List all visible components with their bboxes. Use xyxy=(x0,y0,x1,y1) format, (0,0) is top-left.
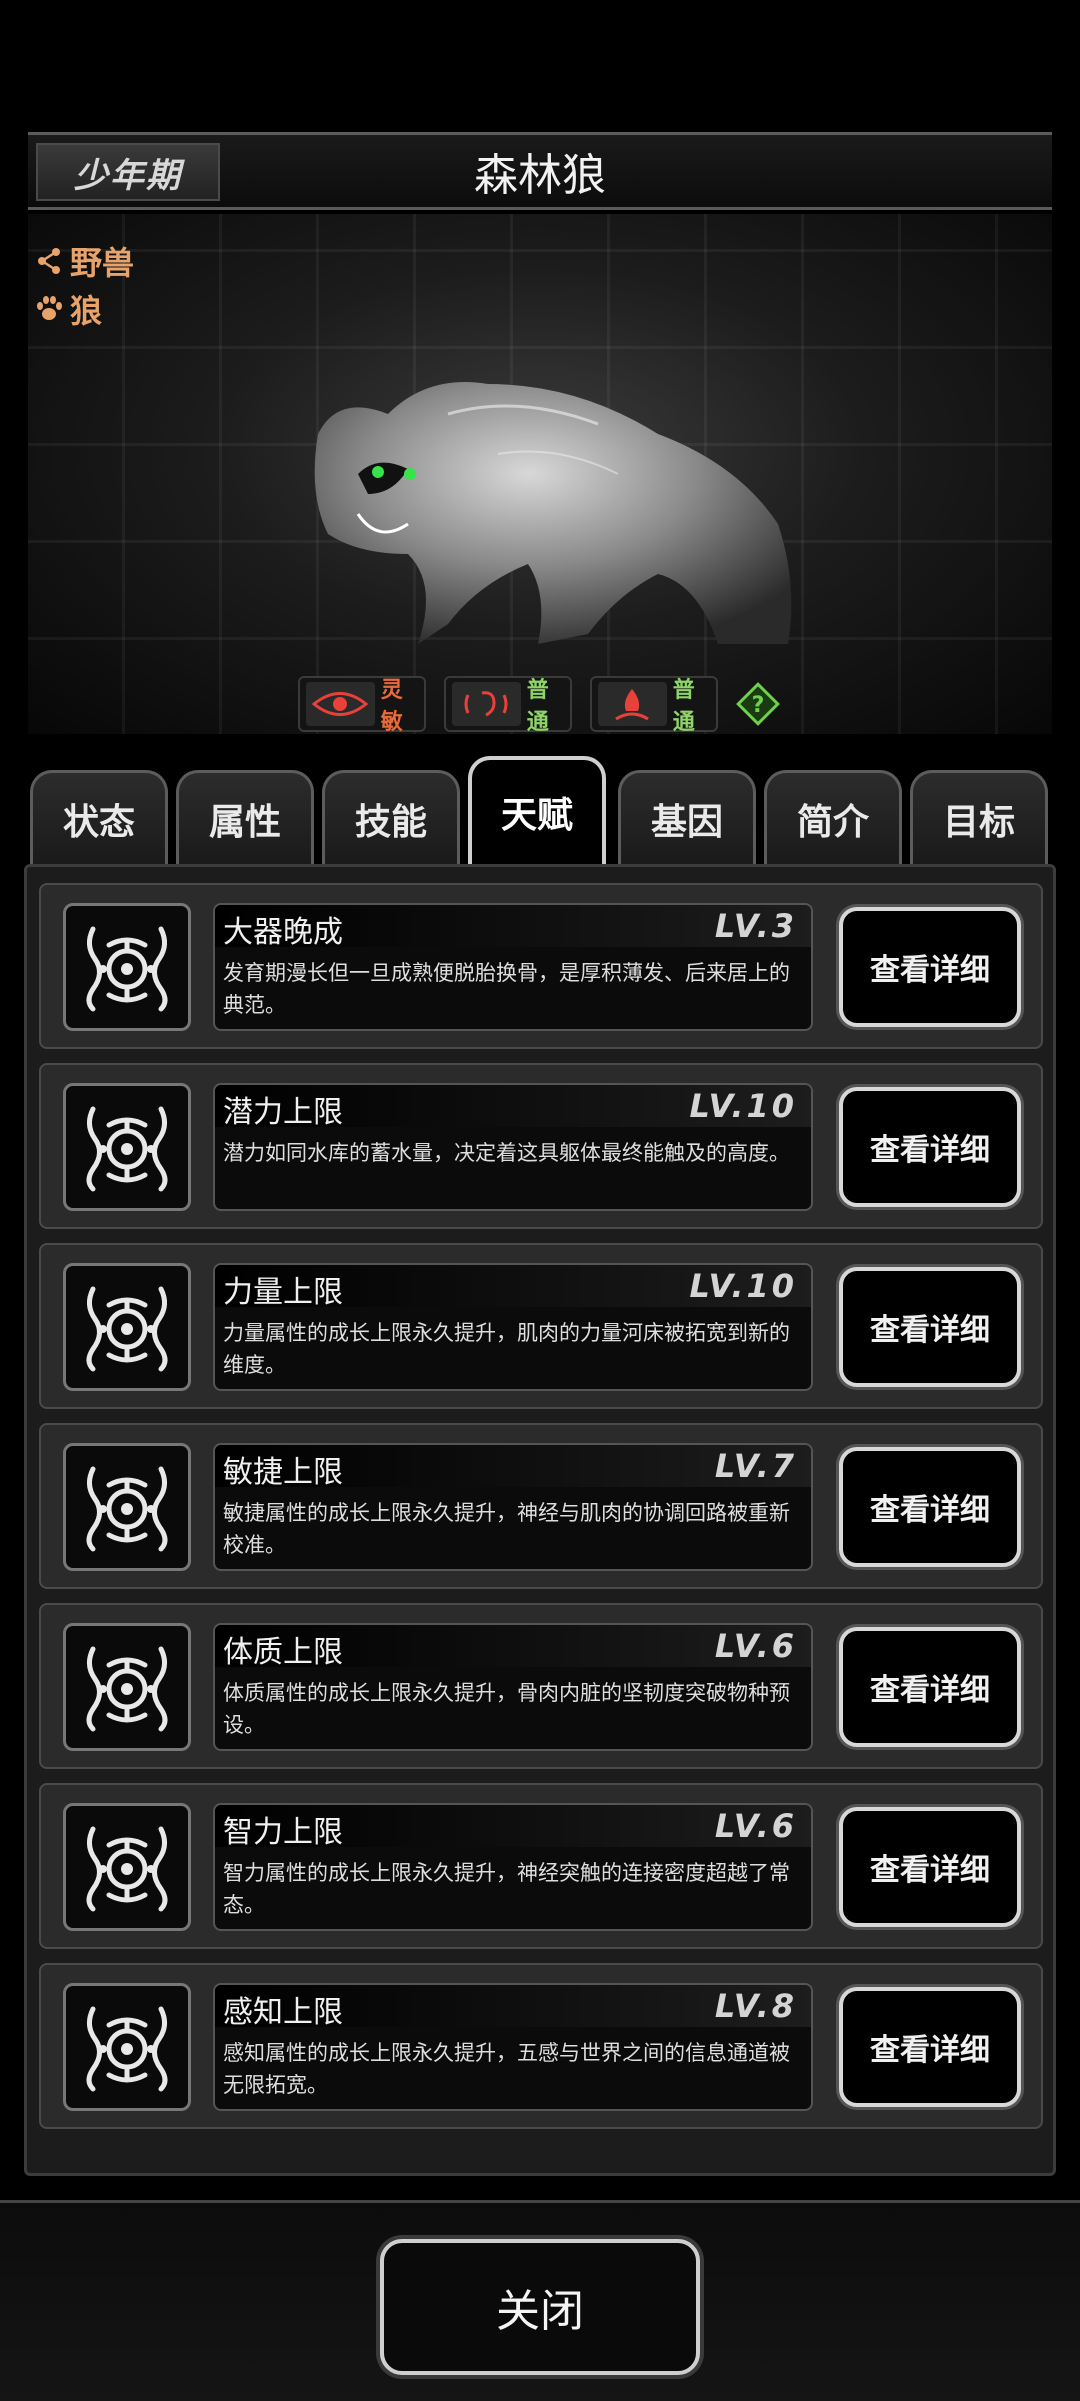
bottom-bar: 关闭 xyxy=(0,2200,1080,2401)
wolf-illustration xyxy=(314,382,792,644)
view-details-button[interactable]: 查看详细 xyxy=(839,1807,1021,1927)
talent-row: 力量上限 LV.10 力量属性的成长上限永久提升，肌肉的力量河床被拓宽到新的维度… xyxy=(39,1243,1043,1409)
talent-description: 发育期漫长但一旦成熟便脱胎换骨，是厚积薄发、后来居上的典范。 xyxy=(223,961,790,1017)
talent-name: 感知上限 xyxy=(223,1995,343,2030)
tab-intro[interactable]: 简介 xyxy=(764,770,902,864)
talent-level: LV.8 xyxy=(714,1987,797,2025)
tag-category: 野兽 xyxy=(34,238,134,284)
talent-description: 力量属性的成长上限永久提升，肌肉的力量河床被拓宽到新的维度。 xyxy=(223,1321,790,1377)
view-details-button[interactable]: 查看详细 xyxy=(839,1267,1021,1387)
ear-icon xyxy=(452,682,521,726)
view-details-button[interactable]: 查看详细 xyxy=(839,1987,1021,2107)
talent-name: 体质上限 xyxy=(223,1635,343,1670)
help-icon[interactable]: ? xyxy=(736,682,780,726)
tab-bar: 状态 属性 技能 天赋 基因 简介 目标 xyxy=(28,756,1052,864)
talent-level: LV.10 xyxy=(689,1267,797,1305)
talent-info: 智力上限 LV.6 智力属性的成长上限永久提升，神经突触的连接密度超越了常态。 xyxy=(213,1803,813,1931)
talent-icon xyxy=(63,903,191,1031)
tab-status[interactable]: 状态 xyxy=(30,770,168,864)
talent-level: LV.6 xyxy=(714,1627,797,1665)
talent-level: LV.10 xyxy=(689,1087,797,1125)
talent-info: 力量上限 LV.10 力量属性的成长上限永久提升，肌肉的力量河床被拓宽到新的维度… xyxy=(213,1263,813,1391)
talent-description: 智力属性的成长上限永久提升，神经突触的连接密度超越了常态。 xyxy=(223,1861,790,1917)
eye-icon xyxy=(306,682,375,726)
view-details-button[interactable]: 查看详细 xyxy=(839,1627,1021,1747)
talent-info: 敏捷上限 LV.7 敏捷属性的成长上限永久提升，神经与肌肉的协调回路被重新校准。 xyxy=(213,1443,813,1571)
talent-name: 力量上限 xyxy=(223,1275,343,1310)
tab-attributes[interactable]: 属性 xyxy=(176,770,314,864)
svg-text:?: ? xyxy=(752,693,765,718)
tab-genes[interactable]: 基因 xyxy=(618,770,756,864)
close-button[interactable]: 关闭 xyxy=(380,2239,700,2375)
senses-row: 灵敏 普通 普通 ? xyxy=(28,676,1052,735)
tab-talents[interactable]: 天赋 xyxy=(468,756,606,864)
sense-hearing-level: 普通 xyxy=(526,678,549,735)
sense-smell[interactable]: 普通 xyxy=(590,676,718,735)
tag-species: 狼 xyxy=(34,286,102,332)
sense-smell-level: 普通 xyxy=(672,678,695,735)
talent-name: 敏捷上限 xyxy=(223,1455,343,1490)
talent-info: 体质上限 LV.6 体质属性的成长上限永久提升，骨肉内脏的坚韧度突破物种预设。 xyxy=(213,1623,813,1751)
talent-icon xyxy=(63,1803,191,1931)
sense-sight-level: 灵敏 xyxy=(380,678,403,735)
talent-icon xyxy=(63,1263,191,1391)
talent-row: 智力上限 LV.6 智力属性的成长上限永久提升，神经突触的连接密度超越了常态。 … xyxy=(39,1783,1043,1949)
talent-description: 感知属性的成长上限永久提升，五感与世界之间的信息通道被无限拓宽。 xyxy=(223,2041,790,2097)
paw-icon xyxy=(37,296,62,320)
talent-level: LV.7 xyxy=(714,1447,797,1485)
talent-level: LV.6 xyxy=(714,1807,797,1845)
sense-hearing[interactable]: 普通 xyxy=(444,676,572,735)
tab-skills[interactable]: 技能 xyxy=(322,770,460,864)
header-bar: 少年期 森林狼 xyxy=(28,132,1052,210)
talent-info: 感知上限 LV.8 感知属性的成长上限永久提升，五感与世界之间的信息通道被无限拓… xyxy=(213,1983,813,2111)
talent-icon xyxy=(63,1623,191,1751)
smell-icon xyxy=(598,682,667,726)
talent-description: 敏捷属性的成长上限永久提升，神经与肌肉的协调回路被重新校准。 xyxy=(223,1501,790,1557)
view-details-button[interactable]: 查看详细 xyxy=(839,907,1021,1027)
creature-title: 森林狼 xyxy=(474,150,606,201)
talent-name: 智力上限 xyxy=(223,1815,343,1850)
view-details-button[interactable]: 查看详细 xyxy=(839,1087,1021,1207)
talent-list[interactable]: 大器晚成 LV.3 发育期漫长但一旦成熟便脱胎换骨，是厚积薄发、后来居上的典范。… xyxy=(24,864,1056,2176)
talent-level: LV.3 xyxy=(714,907,797,945)
creature-portrait: 野兽 狼 灵敏 普通 普通 ? xyxy=(28,214,1052,735)
talent-row: 敏捷上限 LV.7 敏捷属性的成长上限永久提升，神经与肌肉的协调回路被重新校准。… xyxy=(39,1423,1043,1589)
talent-icon xyxy=(63,1083,191,1211)
talent-description: 潜力如同水库的蓄水量，决定着这具躯体最终能触及的高度。 xyxy=(223,1141,790,1165)
talent-description: 体质属性的成长上限永久提升，骨肉内脏的坚韧度突破物种预设。 xyxy=(223,1681,790,1737)
tag-category-label: 野兽 xyxy=(70,244,135,282)
sense-sight[interactable]: 灵敏 xyxy=(298,676,426,735)
talent-name: 大器晚成 xyxy=(223,915,343,950)
talent-row: 大器晚成 LV.3 发育期漫长但一旦成熟便脱胎换骨，是厚积薄发、后来居上的典范。… xyxy=(39,883,1043,1049)
view-details-button[interactable]: 查看详细 xyxy=(839,1447,1021,1567)
talent-row: 感知上限 LV.8 感知属性的成长上限永久提升，五感与世界之间的信息通道被无限拓… xyxy=(39,1963,1043,2129)
talent-icon xyxy=(63,1443,191,1571)
talent-info: 大器晚成 LV.3 发育期漫长但一旦成熟便脱胎换骨，是厚积薄发、后来居上的典范。 xyxy=(213,903,813,1031)
talent-row: 体质上限 LV.6 体质属性的成长上限永久提升，骨肉内脏的坚韧度突破物种预设。 … xyxy=(39,1603,1043,1769)
talent-info: 潜力上限 LV.10 潜力如同水库的蓄水量，决定着这具躯体最终能触及的高度。 xyxy=(213,1083,813,1211)
talent-row: 潜力上限 LV.10 潜力如同水库的蓄水量，决定着这具躯体最终能触及的高度。 查… xyxy=(39,1063,1043,1229)
talent-name: 潜力上限 xyxy=(223,1095,343,1130)
share-icon xyxy=(38,248,60,274)
tab-goals[interactable]: 目标 xyxy=(910,770,1048,864)
talent-icon xyxy=(63,1983,191,2111)
tag-species-label: 狼 xyxy=(70,292,103,330)
